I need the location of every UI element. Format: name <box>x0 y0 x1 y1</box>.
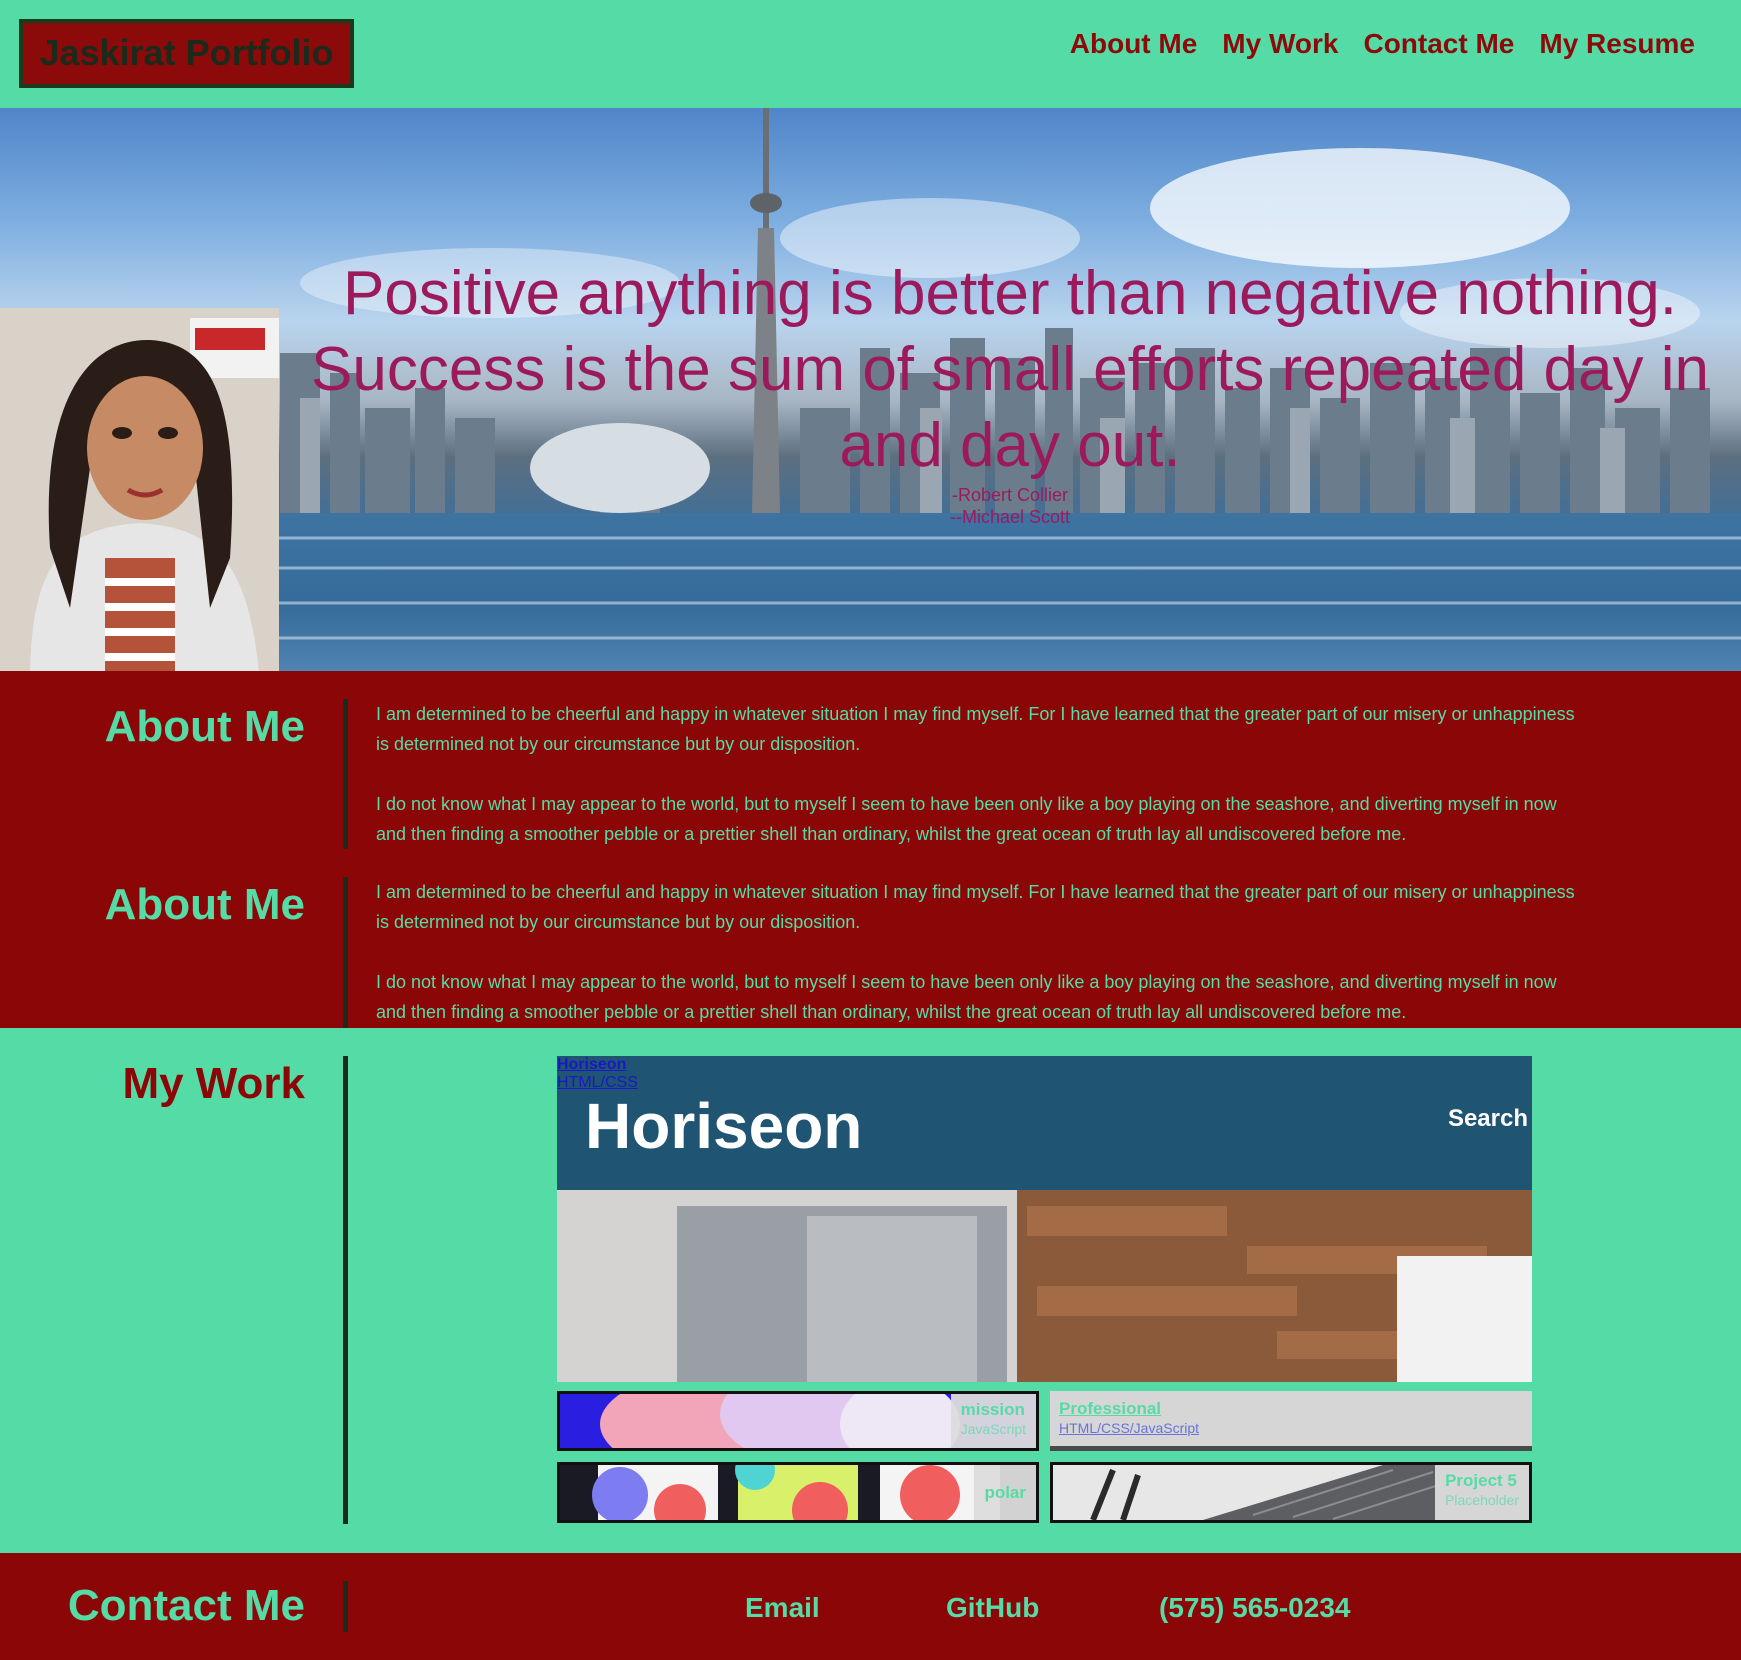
project-polar[interactable]: polar <box>557 1462 1039 1523</box>
about-title: About Me <box>104 702 305 751</box>
project-mission[interactable]: mission JavaScript <box>557 1391 1039 1451</box>
project-title: Horiseon <box>557 1056 627 1073</box>
project-subtitle: JavaScript <box>960 1421 1026 1437</box>
nav-my-resume[interactable]: My Resume <box>1539 26 1695 62</box>
project-tag: polar <box>974 1465 1036 1520</box>
quote-author-1: -Robert Collier <box>951 485 1069 505</box>
project-subtitle: HTML/CSS <box>557 1074 638 1091</box>
project-title: mission <box>960 1400 1025 1419</box>
horiseon-brand: Horiseon <box>585 1090 863 1162</box>
hero-quote: Positive anything is better than negativ… <box>290 256 1730 528</box>
horiseon-search: Search <box>1447 1105 1528 1132</box>
project-thumbnail-strip <box>1050 1446 1532 1451</box>
about-block-2: About Me I am determined to be cheerful … <box>0 849 1741 1028</box>
project-thumbnail <box>560 1465 1036 1520</box>
contact-phone-link[interactable]: (575) 565-0234 <box>1159 1591 1350 1625</box>
site-header: Jaskirat Portfolio About Me My Work Cont… <box>0 0 1741 108</box>
work-section: My Work Horiseon Search Horiseon HTML/CS… <box>0 1028 1741 1553</box>
nav-about-me[interactable]: About Me <box>1070 26 1198 62</box>
profile-photo <box>0 308 279 671</box>
site-logo[interactable]: Jaskirat Portfolio <box>19 19 354 88</box>
nav-contact-me[interactable]: Contact Me <box>1363 26 1514 62</box>
project-horiseon[interactable]: Horiseon Search Horiseon HTML/CSS <box>557 1056 1532 1382</box>
project-tag: mission JavaScript <box>950 1394 1036 1448</box>
project-tag: Project 5 Placeholder <box>1435 1465 1529 1520</box>
contact-section: Contact Me Email GitHub (575) 565-0234 <box>0 1553 1741 1660</box>
contact-email-link[interactable]: Email <box>745 1591 820 1625</box>
project-title: polar <box>984 1483 1026 1502</box>
about-text: I am determined to be cheerful and happy… <box>376 877 1586 1027</box>
project-subtitle: Placeholder <box>1445 1492 1519 1508</box>
main-nav: About Me My Work Contact Me My Resume <box>1070 26 1695 62</box>
about-section: About Me I am determined to be cheerful … <box>0 671 1741 1028</box>
section-divider <box>343 1581 348 1632</box>
section-divider <box>343 877 348 1028</box>
quote-author-2: --Michael Scott <box>949 507 1071 527</box>
about-block-1: About Me I am determined to be cheerful … <box>0 671 1741 849</box>
project-label: Professional HTML/CSS/JavaScript <box>1059 1399 1199 1437</box>
project-label: Horiseon HTML/CSS <box>557 1056 638 1092</box>
contact-title: Contact Me <box>67 1581 305 1630</box>
section-divider <box>343 1056 348 1524</box>
nav-my-work[interactable]: My Work <box>1222 26 1338 62</box>
hero-banner: Positive anything is better than negativ… <box>0 108 1741 671</box>
project-professional[interactable]: Professional HTML/CSS/JavaScript <box>1050 1391 1532 1451</box>
about-paragraph: I am determined to be cheerful and happy… <box>376 704 1575 754</box>
about-title: About Me <box>104 880 305 929</box>
contact-github-link[interactable]: GitHub <box>946 1591 1039 1625</box>
about-text: I am determined to be cheerful and happy… <box>376 699 1586 849</box>
project-title: Professional <box>1059 1399 1162 1418</box>
about-paragraph: I do not know what I may appear to the w… <box>376 794 1557 844</box>
section-divider <box>343 699 348 849</box>
project-subtitle: HTML/CSS/JavaScript <box>1059 1420 1200 1436</box>
quote-text: Positive anything is better than negativ… <box>311 259 1709 480</box>
about-paragraph: I am determined to be cheerful and happy… <box>376 882 1575 932</box>
project-5[interactable]: Project 5 Placeholder <box>1050 1462 1532 1523</box>
project-title: Project 5 <box>1445 1471 1517 1490</box>
work-title: My Work <box>122 1059 305 1108</box>
about-paragraph: I do not know what I may appear to the w… <box>376 972 1557 1022</box>
